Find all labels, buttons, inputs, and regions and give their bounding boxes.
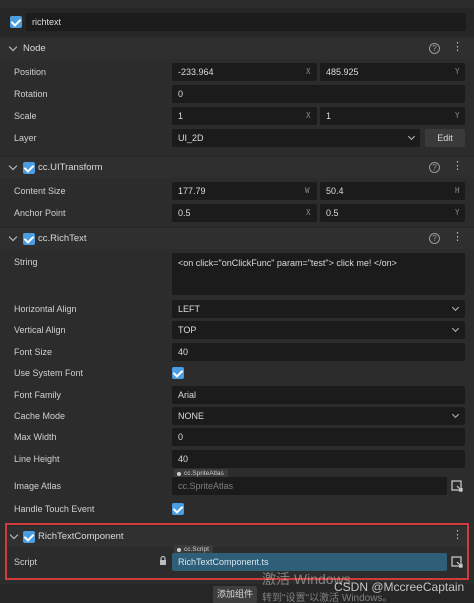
use-system-font-checkbox[interactable]	[172, 367, 184, 379]
anchor-point-label: Anchor Point	[14, 208, 66, 218]
axis-w-label: W	[305, 186, 310, 195]
help-icon[interactable]: ?	[429, 162, 440, 173]
font-size-label: Font Size	[14, 347, 53, 357]
handle-touch-event-checkbox[interactable]	[172, 503, 184, 515]
anchor-y-input[interactable]: 0.5	[320, 204, 465, 222]
more-icon[interactable]: ⋮	[452, 530, 463, 541]
horizontal-align-select[interactable]: LEFT	[172, 300, 465, 318]
axis-y-label: Y	[455, 208, 460, 217]
richtextcomponent-section-header[interactable]: RichTextComponent ⋮	[7, 525, 467, 547]
layer-select[interactable]: UI_2D	[172, 129, 420, 147]
axis-x-label: X	[306, 111, 311, 120]
axis-y-label: Y	[455, 111, 460, 120]
uitransform-section-header[interactable]: cc.UITransform ? ⋮	[0, 156, 474, 178]
layer-edit-button[interactable]: Edit	[425, 129, 465, 147]
scale-x-input[interactable]: 1	[172, 107, 317, 125]
lock-icon	[159, 555, 167, 566]
uitransform-enabled-checkbox[interactable]	[23, 162, 35, 174]
help-icon[interactable]: ?	[429, 43, 440, 54]
rotation-label: Rotation	[14, 89, 48, 99]
content-height-input[interactable]: 50.4	[320, 182, 465, 200]
more-icon[interactable]: ⋮	[452, 232, 463, 243]
node-section-header[interactable]: Node ? ⋮	[0, 37, 474, 59]
use-system-font-label: Use System Font	[14, 368, 84, 378]
axis-x-label: X	[306, 208, 311, 217]
locate-asset-icon[interactable]	[449, 553, 465, 571]
handle-touch-event-label: Handle Touch Event	[14, 504, 95, 514]
string-label: String	[14, 257, 38, 267]
axis-y-label: Y	[455, 67, 460, 76]
scale-label: Scale	[14, 111, 37, 121]
line-height-label: Line Height	[14, 454, 60, 464]
cache-mode-label: Cache Mode	[14, 411, 66, 421]
locate-asset-icon[interactable]	[449, 477, 465, 495]
font-family-label: Font Family	[14, 390, 62, 400]
script-label: Script	[14, 557, 38, 567]
node-name-input[interactable]: richtext	[26, 13, 466, 31]
node-active-checkbox[interactable]	[10, 16, 22, 28]
component-enabled-checkbox[interactable]	[23, 531, 35, 543]
csdn-watermark: CSDN @MccreeCaptain	[334, 580, 465, 594]
layer-label: Layer	[14, 133, 37, 143]
vertical-align-select[interactable]: TOP	[172, 321, 465, 339]
node-name-bar: richtext	[0, 8, 474, 36]
anchor-x-input[interactable]: 0.5	[172, 204, 317, 222]
cache-mode-select[interactable]: NONE	[172, 407, 465, 425]
image-atlas-asset-field[interactable]: cc.SpriteAtlas	[172, 477, 447, 495]
font-family-input[interactable]: Arial	[172, 386, 465, 404]
rotation-input[interactable]: 0	[172, 85, 465, 103]
chevron-down-icon[interactable]	[9, 530, 19, 540]
line-height-input[interactable]: 40	[172, 450, 465, 468]
more-icon[interactable]: ⋮	[452, 161, 463, 172]
chevron-down-icon[interactable]	[8, 232, 18, 242]
position-x-input[interactable]: -233.964	[172, 63, 317, 81]
section-title: cc.RichText	[38, 233, 87, 244]
content-size-label: Content Size	[14, 186, 66, 196]
axis-h-label: H	[455, 186, 460, 195]
help-icon[interactable]: ?	[429, 233, 440, 244]
max-width-input[interactable]: 0	[172, 428, 465, 446]
position-label: Position	[14, 67, 47, 77]
font-size-input[interactable]: 40	[172, 343, 465, 361]
max-width-label: Max Width	[14, 432, 57, 442]
axis-x-label: X	[306, 67, 311, 76]
section-title: cc.UITransform	[38, 162, 103, 173]
horizontal-align-label: Horizontal Align	[14, 304, 77, 314]
string-textarea[interactable]: <on click="onClickFunc" param="test"> cl…	[172, 253, 465, 295]
more-icon[interactable]: ⋮	[452, 42, 463, 53]
image-atlas-label: Image Atlas	[14, 481, 62, 491]
richtext-enabled-checkbox[interactable]	[23, 233, 35, 245]
position-y-input[interactable]: 485.925	[320, 63, 465, 81]
inspector-panel: richtext Node ? ⋮ Position -233.964 X 48…	[0, 0, 474, 603]
add-component-button[interactable]: 添加组件	[213, 586, 257, 603]
vertical-align-label: Vertical Align	[14, 325, 66, 335]
content-width-input[interactable]: 177.79	[172, 182, 317, 200]
section-title: RichTextComponent	[38, 531, 124, 542]
section-title: Node	[23, 43, 46, 54]
chevron-down-icon[interactable]	[8, 42, 18, 52]
chevron-down-icon[interactable]	[8, 161, 18, 171]
richtext-section-header[interactable]: cc.RichText ? ⋮	[0, 227, 474, 249]
scale-y-input[interactable]: 1	[320, 107, 465, 125]
